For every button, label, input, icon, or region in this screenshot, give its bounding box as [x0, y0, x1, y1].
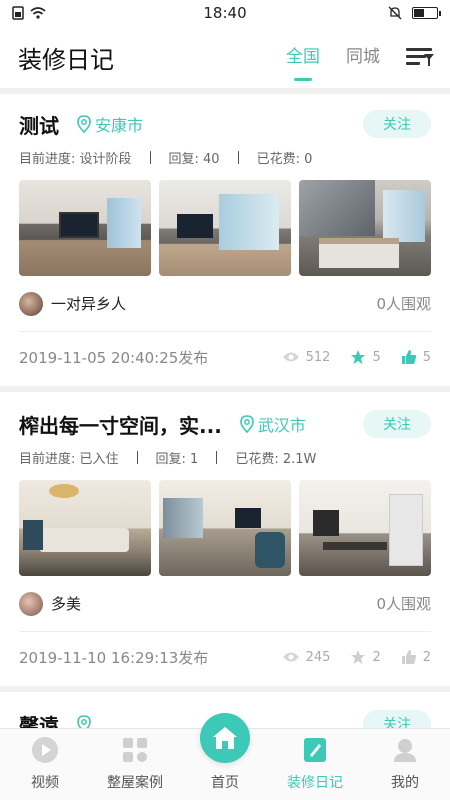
- room-photo[interactable]: [19, 180, 151, 276]
- diary-icon: [301, 736, 329, 764]
- eye-icon: [282, 352, 299, 362]
- battery-icon: [412, 7, 441, 19]
- room-photo[interactable]: [299, 480, 431, 576]
- wifi-icon: [30, 7, 46, 19]
- viewers-count: 0人围观: [376, 595, 431, 613]
- mute-bell-icon: [388, 6, 402, 20]
- nav-whole-house[interactable]: 整屋案例: [90, 729, 180, 800]
- grid-icon: [121, 736, 149, 764]
- publish-time: 2019-11-10 16:29:13发布: [19, 648, 209, 667]
- follow-button[interactable]: 关注: [363, 410, 431, 438]
- star-icon: [351, 350, 366, 364]
- header: 装修日记 全国 同城: [0, 26, 450, 88]
- sim-icon: [12, 6, 24, 20]
- spent-text: 已花费: 2.1W: [235, 451, 317, 467]
- room-photo[interactable]: [299, 180, 431, 276]
- favorites-stat[interactable]: 5: [350, 349, 381, 365]
- section-divider: [0, 386, 450, 392]
- replies-text: 回复: 40: [168, 151, 220, 167]
- follow-button[interactable]: 关注: [363, 110, 431, 138]
- card-meta: 目前进度: 设计阶段 回复: 40 已花费: 0: [19, 146, 431, 168]
- diary-card[interactable]: 测试 安康市 关注 目前进度: 设计阶段 回复: 40 已花费: 0 一对异乡人: [0, 104, 450, 382]
- home-icon: [200, 713, 250, 763]
- location-pin-icon: [239, 415, 254, 433]
- views-stat: 245: [282, 650, 330, 665]
- star-icon: [351, 650, 366, 664]
- nav-diary[interactable]: 装修日记: [270, 729, 360, 800]
- tab-same-city[interactable]: 同城: [346, 42, 380, 73]
- viewers-count: 0人围观: [376, 295, 431, 313]
- views-stat: 512: [282, 350, 330, 365]
- status-bar: 18:40: [0, 0, 450, 26]
- section-divider: [0, 686, 450, 692]
- user-icon: [391, 736, 419, 764]
- author-row[interactable]: 多美 0人围观: [19, 576, 431, 632]
- room-photo[interactable]: [159, 180, 291, 276]
- author-name: 多美: [51, 595, 82, 613]
- location-pin-icon: [77, 115, 91, 133]
- section-divider: [0, 88, 450, 94]
- spent-text: 已花费: 0: [256, 151, 313, 167]
- location-label: 安康市: [95, 116, 144, 135]
- play-icon: [31, 736, 59, 764]
- room-photo[interactable]: [19, 480, 151, 576]
- page-title: 装修日记: [18, 45, 114, 74]
- card-location: 安康市: [77, 112, 143, 136]
- card-title: 测试: [19, 113, 59, 138]
- author-name: 一对异乡人: [51, 295, 127, 313]
- status-time: 18:40: [203, 4, 247, 22]
- tab-nationwide[interactable]: 全国: [286, 42, 320, 73]
- eye-icon: [282, 652, 299, 662]
- room-photo[interactable]: [159, 480, 291, 576]
- progress-text: 目前进度: 设计阶段: [19, 151, 132, 167]
- diary-card[interactable]: 榨出每一寸空间，实... 武汉市 关注 目前进度: 已入住 回复: 1 已花费:…: [0, 404, 450, 682]
- card-title: 榨出每一寸空间，实...: [19, 413, 222, 438]
- card-footer: 2019-11-10 16:29:13发布 245 2 2: [19, 632, 431, 682]
- progress-text: 目前进度: 已入住: [19, 451, 119, 467]
- likes-stat[interactable]: 5: [401, 349, 431, 365]
- card-location: 武汉市: [239, 412, 306, 436]
- thumbs-up-icon: [401, 350, 416, 364]
- replies-text: 回复: 1: [155, 451, 199, 467]
- nav-video[interactable]: 视频: [0, 729, 90, 800]
- photo-strip: [19, 180, 431, 276]
- bottom-nav: 视频 整屋案例 首页 装修日记 我的: [0, 713, 450, 800]
- publish-time: 2019-11-05 20:40:25发布: [19, 348, 209, 367]
- card-footer: 2019-11-05 20:40:25发布 512 5 5: [19, 332, 431, 382]
- thumbs-up-icon: [401, 650, 416, 664]
- avatar: [19, 291, 43, 316]
- photo-strip: [19, 480, 431, 576]
- nav-mine[interactable]: 我的: [360, 729, 450, 800]
- location-label: 武汉市: [257, 416, 306, 435]
- card-meta: 目前进度: 已入住 回复: 1 已花费: 2.1W: [19, 446, 431, 468]
- favorites-stat[interactable]: 2: [350, 649, 381, 665]
- header-tabs: 全国 同城: [286, 42, 380, 73]
- avatar: [19, 591, 43, 616]
- likes-stat[interactable]: 2: [401, 649, 431, 665]
- nav-home[interactable]: 首页: [180, 713, 270, 800]
- filter-icon[interactable]: [406, 47, 434, 67]
- author-row[interactable]: 一对异乡人 0人围观: [19, 276, 431, 332]
